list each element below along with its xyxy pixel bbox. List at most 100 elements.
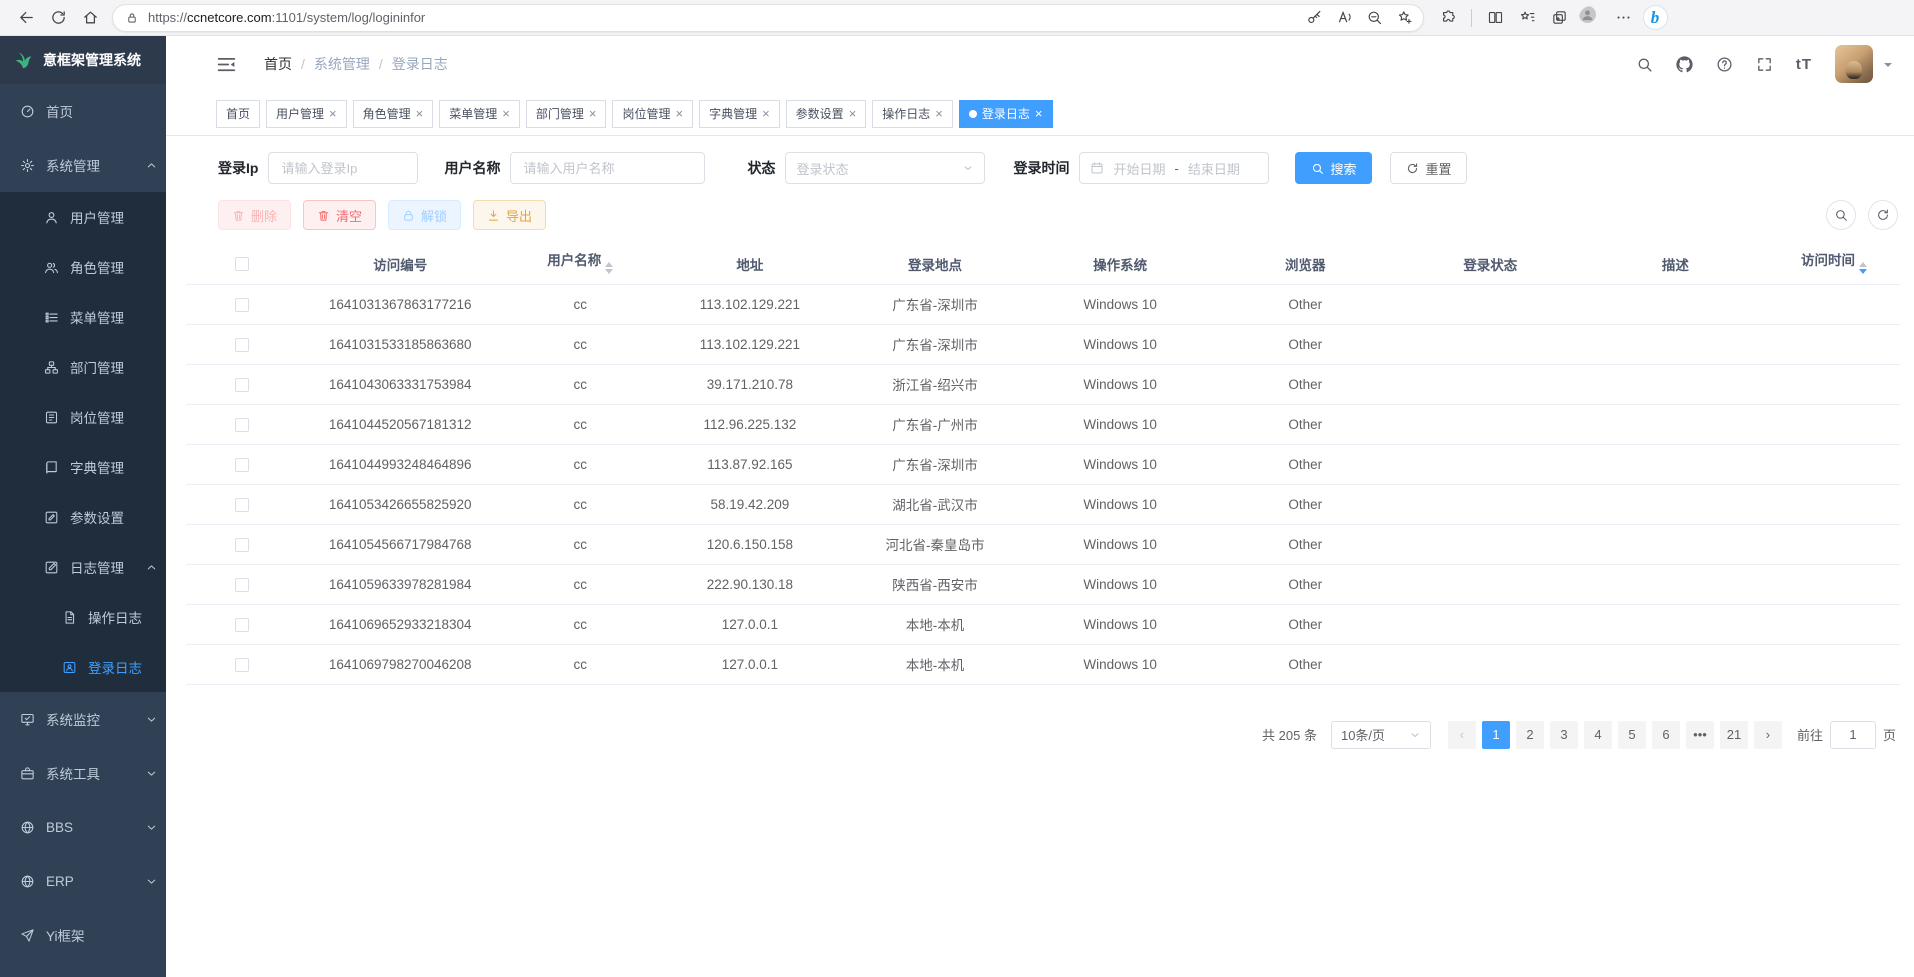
tab-post-mgmt[interactable]: 岗位管理×	[612, 100, 693, 128]
close-icon[interactable]: ×	[849, 107, 857, 120]
github-button[interactable]	[1676, 56, 1693, 73]
sidebar-item-yi-framework[interactable]: Yi框架	[0, 908, 166, 962]
page-button-4[interactable]: 4	[1584, 721, 1612, 749]
col-visit-time[interactable]: 访问时间	[1768, 244, 1900, 284]
close-icon[interactable]: ×	[502, 107, 510, 120]
row-checkbox[interactable]	[235, 338, 249, 352]
page-button-2[interactable]: 2	[1516, 721, 1544, 749]
close-icon[interactable]: ×	[1035, 107, 1043, 120]
row-checkbox[interactable]	[235, 458, 249, 472]
sort-icon-desc[interactable]	[1859, 258, 1867, 278]
search-button[interactable]: 搜索	[1295, 152, 1372, 184]
breadcrumb-home[interactable]: 首页	[264, 54, 292, 74]
page-button-1[interactable]: 1	[1482, 721, 1510, 749]
tab-home[interactable]: 首页	[216, 100, 260, 128]
page-button-21[interactable]: 21	[1720, 721, 1748, 749]
tab-param-settings[interactable]: 参数设置×	[786, 100, 867, 128]
page-button-3[interactable]: 3	[1550, 721, 1578, 749]
browser-back-button[interactable]	[10, 4, 42, 32]
row-checkbox[interactable]	[235, 578, 249, 592]
username-input[interactable]	[510, 152, 705, 184]
tab-user-mgmt[interactable]: 用户管理×	[266, 100, 347, 128]
sidebar-item-bbs[interactable]: BBS	[0, 800, 166, 854]
row-checkbox[interactable]	[235, 418, 249, 432]
page-ellipsis-button[interactable]: •••	[1686, 721, 1714, 749]
tab-login-log[interactable]: 登录日志×	[959, 100, 1053, 128]
sidebar-item-operation-log[interactable]: 操作日志	[0, 592, 166, 642]
avatar[interactable]	[1835, 45, 1873, 83]
tab-menu-mgmt[interactable]: 菜单管理×	[439, 100, 520, 128]
copilot-button[interactable]: b	[1639, 4, 1671, 32]
tab-role-mgmt[interactable]: 角色管理×	[353, 100, 434, 128]
show-search-toggle-button[interactable]	[1826, 200, 1856, 230]
sidebar-item-erp[interactable]: ERP	[0, 854, 166, 908]
row-checkbox[interactable]	[235, 658, 249, 672]
collapse-sidebar-button[interactable]	[216, 54, 237, 75]
sidebar-item-tools[interactable]: 系统工具	[0, 746, 166, 800]
close-icon[interactable]: ×	[329, 107, 337, 120]
row-checkbox[interactable]	[235, 298, 249, 312]
export-button[interactable]: 导出	[473, 200, 546, 230]
extensions-button[interactable]	[1432, 4, 1464, 32]
browser-profile-button[interactable]	[1575, 4, 1607, 32]
goto-page-input[interactable]	[1830, 721, 1876, 749]
next-page-button[interactable]: ›	[1754, 721, 1782, 749]
tab-dept-mgmt[interactable]: 部门管理×	[526, 100, 607, 128]
read-aloud-button[interactable]	[1329, 4, 1359, 32]
row-checkbox[interactable]	[235, 618, 249, 632]
page-button-5[interactable]: 5	[1618, 721, 1646, 749]
tab-dict-mgmt[interactable]: 字典管理×	[699, 100, 780, 128]
font-size-button[interactable]: tT	[1796, 56, 1812, 73]
close-icon[interactable]: ×	[935, 107, 943, 120]
ip-input[interactable]	[268, 152, 418, 184]
status-select[interactable]: 登录状态	[785, 152, 985, 184]
fullscreen-button[interactable]	[1756, 56, 1773, 73]
select-all-checkbox[interactable]	[235, 257, 249, 271]
page-button-6[interactable]: 6	[1652, 721, 1680, 749]
cell-location: 本地-本机	[842, 644, 1027, 684]
sidebar-item-menus[interactable]: 菜单管理	[0, 292, 166, 342]
sidebar-item-users[interactable]: 用户管理	[0, 192, 166, 242]
reset-button[interactable]: 重置	[1390, 152, 1467, 184]
date-range-picker[interactable]: 开始日期 - 结束日期	[1079, 152, 1269, 184]
sidebar-item-login-log[interactable]: 登录日志	[0, 642, 166, 692]
duplicate-tab-button[interactable]	[1543, 4, 1575, 32]
split-screen-button[interactable]	[1479, 4, 1511, 32]
clear-button[interactable]: 清空	[303, 200, 376, 230]
page-size-select[interactable]: 10条/页	[1331, 721, 1431, 749]
add-favorite-button[interactable]	[1389, 4, 1419, 32]
browser-home-button[interactable]	[74, 4, 106, 32]
sidebar-item-logs[interactable]: 日志管理	[0, 542, 166, 592]
header-search-button[interactable]	[1636, 56, 1653, 73]
sidebar-item-monitor[interactable]: 系统监控	[0, 692, 166, 746]
sidebar-item-home[interactable]: 首页	[0, 84, 166, 138]
unlock-button[interactable]: 解锁	[388, 200, 461, 230]
row-checkbox[interactable]	[235, 538, 249, 552]
browser-menu-button[interactable]	[1607, 4, 1639, 32]
sidebar-item-dictionary[interactable]: 字典管理	[0, 442, 166, 492]
help-button[interactable]	[1716, 56, 1733, 73]
sidebar-item-system[interactable]: 系统管理	[0, 138, 166, 192]
address-bar[interactable]: https://ccnetcore.com:1101/system/log/lo…	[112, 4, 1424, 32]
col-user[interactable]: 用户名称	[503, 244, 657, 284]
browser-refresh-button[interactable]	[42, 4, 74, 32]
sort-icon[interactable]	[605, 258, 613, 278]
row-checkbox[interactable]	[235, 378, 249, 392]
sidebar-item-roles[interactable]: 角色管理	[0, 242, 166, 292]
favorites-button[interactable]	[1511, 4, 1543, 32]
sidebar-item-posts[interactable]: 岗位管理	[0, 392, 166, 442]
zoom-out-button[interactable]	[1359, 4, 1389, 32]
password-button[interactable]	[1299, 4, 1329, 32]
close-icon[interactable]: ×	[589, 107, 597, 120]
close-icon[interactable]: ×	[762, 107, 770, 120]
refresh-table-button[interactable]	[1868, 200, 1898, 230]
sidebar-item-departments[interactable]: 部门管理	[0, 342, 166, 392]
prev-page-button[interactable]: ‹	[1448, 721, 1476, 749]
caret-down-icon[interactable]	[1884, 63, 1892, 71]
tab-operation-log[interactable]: 操作日志×	[872, 100, 953, 128]
delete-button[interactable]: 删除	[218, 200, 291, 230]
sidebar-item-parameters[interactable]: 参数设置	[0, 492, 166, 542]
close-icon[interactable]: ×	[416, 107, 424, 120]
row-checkbox[interactable]	[235, 498, 249, 512]
close-icon[interactable]: ×	[675, 107, 683, 120]
